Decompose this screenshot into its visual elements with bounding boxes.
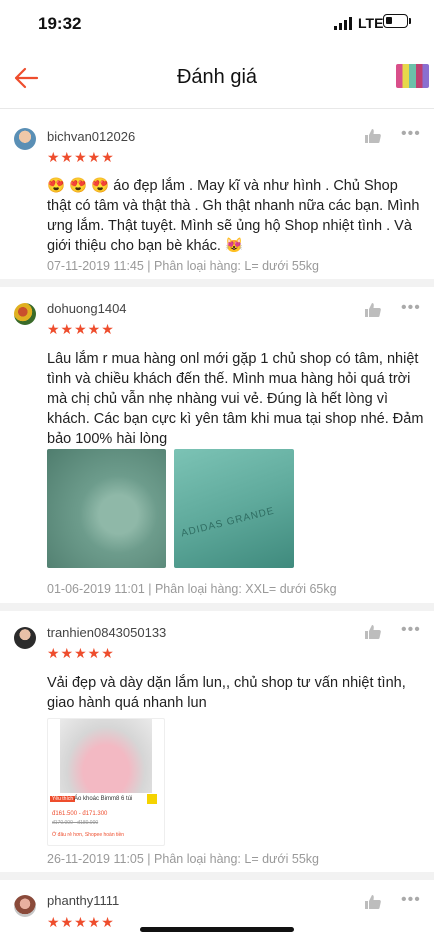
review-photo[interactable]: ADIDAS GRANDE bbox=[174, 449, 294, 568]
network-label: LTE bbox=[358, 15, 384, 31]
shot-fav-icon bbox=[147, 794, 157, 804]
page-title: Đánh giá bbox=[176, 66, 258, 88]
avatar[interactable] bbox=[14, 128, 36, 150]
shot-title: Áo khoác Bimm8 6 túi bbox=[74, 796, 133, 802]
review-item: bichvan012026 ★★★★★ ••• 😍 😍 😍 áo đẹp lắm… bbox=[0, 109, 434, 287]
review-text: Lâu lắm r mua hàng onl mới gặp 1 chủ sho… bbox=[47, 351, 424, 447]
shot-price: đ161.500 - đ171.300 bbox=[52, 811, 108, 817]
home-indicator[interactable] bbox=[140, 927, 294, 932]
battery-icon bbox=[383, 14, 408, 28]
thumbs-up-icon[interactable] bbox=[364, 302, 382, 318]
product-thumbnail[interactable] bbox=[396, 64, 429, 88]
shot-note: Ở đâu rẻ hơn, Shopee hoàn tiền bbox=[52, 832, 125, 838]
avatar[interactable] bbox=[14, 303, 36, 325]
photo-print-text: ADIDAS GRANDE bbox=[180, 505, 276, 540]
status-time: 19:32 bbox=[38, 14, 82, 33]
review-meta: 07-11-2019 11:45 | Phân loại hàng: L= dư… bbox=[47, 259, 319, 273]
shot-old-price: đ170.000 - đ180.000 bbox=[52, 820, 99, 826]
rating-stars: ★★★★★ bbox=[47, 149, 115, 165]
review-username[interactable]: tranhien0843050133 bbox=[47, 625, 166, 640]
status-bar: 19:32 LTE bbox=[0, 0, 434, 48]
battery-cap bbox=[409, 18, 411, 24]
review-meta: 26-11-2019 11:05 | Phân loại hàng: L= dư… bbox=[47, 852, 319, 866]
thumbs-up-icon[interactable] bbox=[364, 128, 382, 144]
more-options-icon[interactable]: ••• bbox=[401, 299, 421, 317]
more-options-icon[interactable]: ••• bbox=[401, 891, 421, 909]
more-options-icon[interactable]: ••• bbox=[401, 125, 421, 143]
review-item: dohuong1404 ★★★★★ ••• Lâu lắm r mua hàng… bbox=[0, 287, 434, 611]
rating-stars: ★★★★★ bbox=[47, 914, 115, 930]
review-username[interactable]: phanthy1111 bbox=[47, 893, 119, 908]
nav-header: Đánh giá bbox=[0, 48, 434, 109]
review-text: 😍 😍 😍 áo đẹp lắm . May kĩ và như hình . … bbox=[47, 178, 420, 254]
shot-badge: Yêu thích bbox=[50, 796, 76, 802]
thumbs-up-icon[interactable] bbox=[364, 894, 382, 910]
review-item: tranhien0843050133 ★★★★★ ••• Vải đẹp và … bbox=[0, 611, 434, 880]
rating-stars: ★★★★★ bbox=[47, 321, 115, 337]
avatar[interactable] bbox=[14, 895, 36, 917]
review-meta: 01-06-2019 11:01 | Phân loại hàng: XXL= … bbox=[47, 582, 337, 596]
signal-icon bbox=[334, 17, 352, 30]
thumbs-up-icon[interactable] bbox=[364, 624, 382, 640]
photo-model-area bbox=[60, 719, 152, 793]
review-text: Vải đẹp và dày dặn lắm lun,, chủ shop tư… bbox=[47, 675, 406, 711]
review-photo[interactable] bbox=[47, 449, 166, 568]
review-username[interactable]: bichvan012026 bbox=[47, 129, 135, 144]
avatar[interactable] bbox=[14, 627, 36, 649]
more-options-icon[interactable]: ••• bbox=[401, 621, 421, 639]
rating-stars: ★★★★★ bbox=[47, 645, 115, 661]
review-photo[interactable]: Yêu thích Áo khoác Bimm8 6 túi đ161.500 … bbox=[47, 718, 165, 846]
review-username[interactable]: dohuong1404 bbox=[47, 301, 127, 316]
